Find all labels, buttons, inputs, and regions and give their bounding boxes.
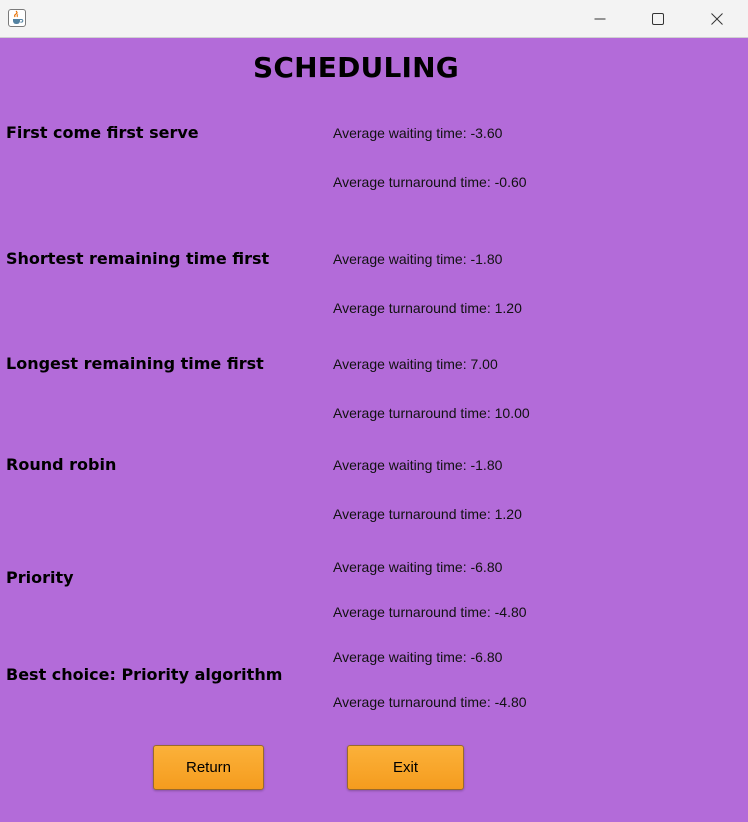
algorithm-name-round-robin: Round robin xyxy=(6,455,117,474)
maximize-icon xyxy=(652,13,664,25)
best-avg-turnaround-time: Average turnaround time: -4.80 xyxy=(333,694,527,710)
exit-button[interactable]: Exit xyxy=(347,745,464,790)
java-coffee-cup-icon[interactable] xyxy=(8,9,26,27)
algorithm-name-srtf: Shortest remaining time first xyxy=(6,249,270,268)
window-titlebar xyxy=(0,0,748,38)
page-title: SCHEDULING xyxy=(253,51,459,84)
algorithm-name-fcfs: First come first serve xyxy=(6,123,199,142)
minimize-button[interactable] xyxy=(571,0,629,38)
scheduling-panel: SCHEDULING First come first serve Averag… xyxy=(0,38,748,822)
srtf-avg-turnaround-time: Average turnaround time: 1.20 xyxy=(333,300,522,316)
close-button[interactable] xyxy=(688,0,746,38)
round-robin-avg-turnaround-time: Average turnaround time: 1.20 xyxy=(333,506,522,522)
algorithm-name-lrtf: Longest remaining time first xyxy=(6,354,264,373)
fcfs-avg-turnaround-time: Average turnaround time: -0.60 xyxy=(333,174,527,190)
minimize-icon xyxy=(594,18,606,20)
close-icon xyxy=(711,13,723,25)
best-choice-label: Best choice: Priority algorithm xyxy=(6,665,283,684)
priority-avg-waiting-time: Average waiting time: -6.80 xyxy=(333,559,503,575)
round-robin-avg-waiting-time: Average waiting time: -1.80 xyxy=(333,457,503,473)
maximize-button[interactable] xyxy=(629,0,687,38)
fcfs-avg-waiting-time: Average waiting time: -3.60 xyxy=(333,125,503,141)
lrtf-avg-waiting-time: Average waiting time: 7.00 xyxy=(333,356,498,372)
algorithm-name-priority: Priority xyxy=(6,568,74,587)
return-button[interactable]: Return xyxy=(153,745,264,790)
best-avg-waiting-time: Average waiting time: -6.80 xyxy=(333,649,503,665)
srtf-avg-waiting-time: Average waiting time: -1.80 xyxy=(333,251,503,267)
lrtf-avg-turnaround-time: Average turnaround time: 10.00 xyxy=(333,405,530,421)
priority-avg-turnaround-time: Average turnaround time: -4.80 xyxy=(333,604,527,620)
